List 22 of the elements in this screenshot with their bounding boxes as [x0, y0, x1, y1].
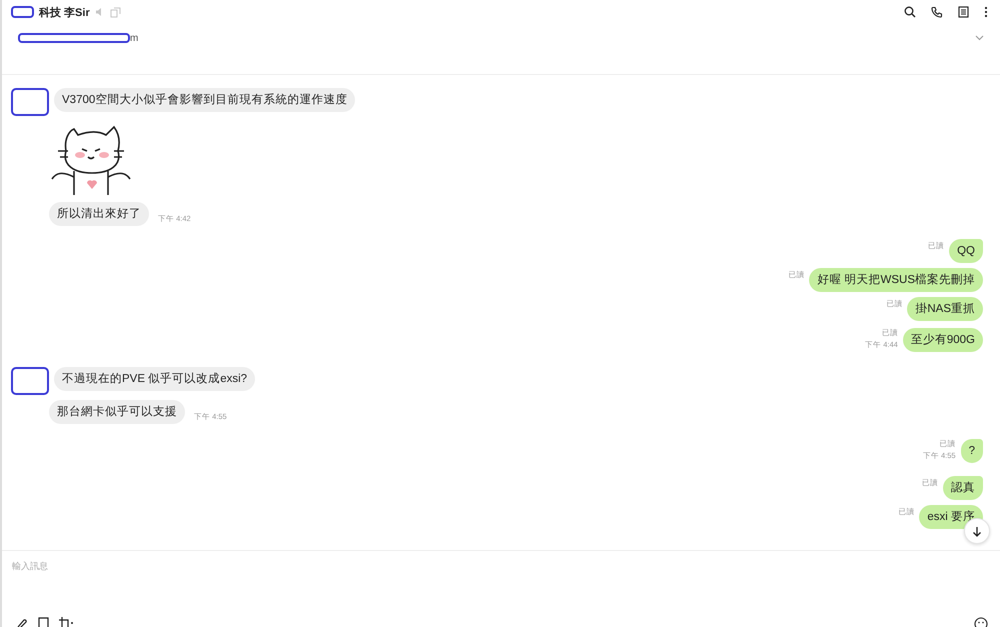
- message-bubble: 認真: [943, 476, 983, 500]
- redaction-mark: [11, 6, 34, 18]
- chevron-down-icon[interactable]: [975, 35, 984, 41]
- notes-icon[interactable]: [958, 6, 969, 18]
- message-bubble: 那台網卡似乎可以支援: [49, 400, 185, 424]
- phone-icon[interactable]: [931, 6, 943, 18]
- message-bubble: 好喔 明天把WSUS檔案先刪掉: [809, 268, 983, 292]
- chat-title: 科技 李Sir: [39, 6, 90, 20]
- message-bubble: 至少有900G: [902, 328, 983, 352]
- arrow-down-icon: [972, 526, 982, 536]
- emoji-icon[interactable]: [974, 617, 988, 627]
- message-bubble: esxi 要序: [919, 505, 983, 529]
- message-bubble: QQ: [949, 239, 983, 263]
- message-bubble: 不過現在的PVE 似乎可以改成exsi?: [54, 367, 256, 391]
- message-bubble: 掛NAS重抓: [907, 297, 983, 321]
- chat-subtitle: m: [130, 32, 138, 44]
- message-bubble: ?: [960, 439, 983, 463]
- crop-icon[interactable]: [59, 617, 75, 627]
- search-icon[interactable]: [904, 6, 916, 18]
- message-bubble: V3700空間大小似乎會影響到目前現有系統的運作速度: [54, 88, 356, 112]
- message-bubble: 所以清出來好了: [49, 202, 149, 226]
- more-options-icon[interactable]: [984, 6, 988, 18]
